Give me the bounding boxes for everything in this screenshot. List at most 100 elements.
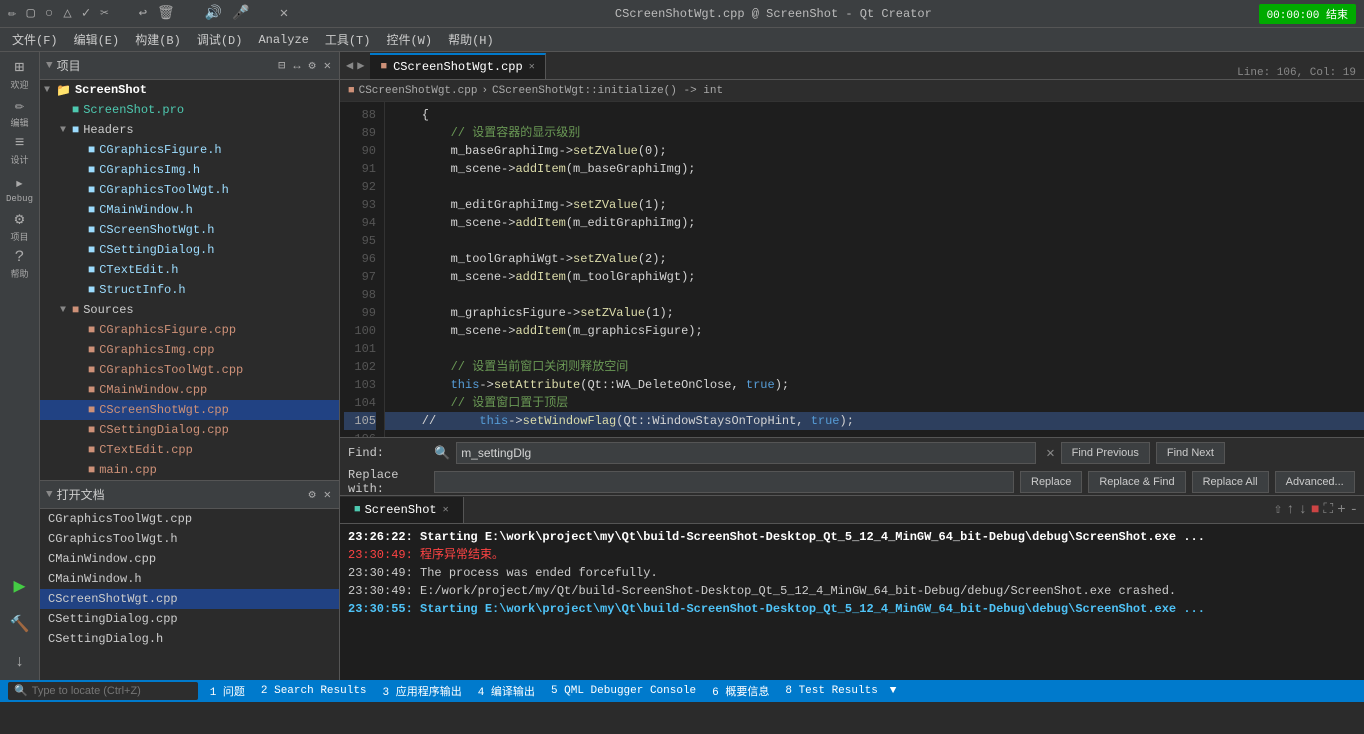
sidebar-item-project[interactable]: ⚙ 项目 [2, 208, 38, 244]
sidebar-item-welcome[interactable]: ⊞ 欢迎 [2, 56, 38, 92]
tree-item-main-cpp[interactable]: ■ main.cpp [40, 460, 339, 480]
menu-item-t[interactable]: 工具(T) [317, 29, 379, 50]
tree-item-cgraphicstoolwgt-h[interactable]: ■ CGraphicsToolWgt.h [40, 180, 339, 200]
doc-item-1[interactable]: CGraphicsToolWgt.cpp [40, 509, 339, 529]
log-line-4: 23:30:49: E:/work/project/my/Qt/build-Sc… [348, 582, 1356, 600]
replace-input[interactable] [434, 471, 1014, 493]
status-summary[interactable]: 6 概要信息 [708, 683, 773, 699]
menu-item-w[interactable]: 控件(W) [378, 29, 440, 50]
menu-item-h[interactable]: 帮助(H) [440, 29, 502, 50]
app-output-icon3[interactable]: ↓ [1299, 502, 1307, 518]
status-qml[interactable]: 5 QML Debugger Console [547, 685, 700, 697]
tree-item-csettingdialog-h[interactable]: ■ CSettingDialog.h [40, 240, 339, 260]
project-close-btn[interactable]: ✕ [322, 58, 333, 73]
editor-nav-next[interactable]: ▶ [357, 58, 364, 73]
doc-item-7[interactable]: CSettingDialog.h [40, 629, 339, 649]
tree-item-sources[interactable]: ▼ ■ Sources [40, 300, 339, 320]
bottom-tab-screenshot[interactable]: ■ ScreenShot ✕ [340, 497, 464, 523]
find-clear-btn[interactable]: ✕ [1046, 445, 1054, 462]
header-file-icon-6: ■ [88, 243, 95, 257]
trash-icon[interactable]: 🗑 [157, 5, 175, 22]
run-timer[interactable]: 00:00:00 结束 [1259, 4, 1356, 24]
sidebar-item-build[interactable]: 🔨 [2, 606, 38, 642]
scissors-icon[interactable]: ✂ [100, 5, 108, 22]
close-icon[interactable]: ✕ [280, 5, 288, 22]
tab-close-btn[interactable]: ✕ [529, 61, 535, 73]
replace-all-btn[interactable]: Replace All [1192, 471, 1269, 493]
tree-item-cmainwindow-h[interactable]: ■ CMainWindow.h [40, 200, 339, 220]
tree-item-pro[interactable]: ■ ScreenShot.pro [40, 100, 339, 120]
menu-item-f[interactable]: 文件(F) [4, 29, 66, 50]
tree-item-structinfo-h[interactable]: ■ StructInfo.h [40, 280, 339, 300]
replace-find-btn[interactable]: Replace & Find [1088, 471, 1185, 493]
sidebar-item-help[interactable]: ? 帮助 [2, 246, 38, 282]
menu-item-d[interactable]: 调试(D) [189, 29, 251, 50]
status-search[interactable]: 2 Search Results [257, 685, 371, 697]
mic-icon[interactable]: 🎤 [232, 5, 249, 22]
code-editor[interactable]: { // 设置容器的显示级别 m_baseGraphiImg->setZValu… [385, 102, 1364, 437]
status-arrow[interactable]: ▼ [890, 685, 897, 697]
check-icon[interactable]: ✓ [82, 5, 90, 22]
project-sync-btn[interactable]: ↔ [291, 59, 302, 73]
replace-btn[interactable]: Replace [1020, 471, 1082, 493]
tree-sources-label: Sources [83, 303, 133, 317]
triangle-icon[interactable]: △ [63, 5, 71, 22]
locate-input[interactable] [32, 685, 192, 697]
doc-item-4[interactable]: CMainWindow.h [40, 569, 339, 589]
status-appoutput[interactable]: 3 应用程序输出 [379, 683, 466, 699]
tree-item-csettingdialog-cpp[interactable]: ■ CSettingDialog.cpp [40, 420, 339, 440]
status-problems[interactable]: 1 问题 [206, 683, 249, 699]
app-output-minus[interactable]: - [1350, 502, 1358, 518]
project-filter-btn[interactable]: ⊟ [276, 58, 287, 73]
advanced-btn[interactable]: Advanced... [1275, 471, 1355, 493]
app-output-icon1[interactable]: ⇧ [1274, 501, 1282, 518]
tree-item-headers[interactable]: ▼ ■ Headers [40, 120, 339, 140]
doc-item-2[interactable]: CGraphicsToolWgt.h [40, 529, 339, 549]
editor-tab-cscreenshotwgt[interactable]: ■ CScreenShotWgt.cpp ✕ [370, 53, 545, 79]
app-output-clear[interactable]: ⛶ [1323, 502, 1333, 518]
sidebar-item-bottom[interactable]: ↓ [2, 644, 38, 680]
tree-item-cscreenshotwgt-h[interactable]: ■ CScreenShotWgt.h [40, 220, 339, 240]
bottom-tab-close[interactable]: ✕ [443, 504, 449, 516]
tree-item-cscreenshotwgt-cpp[interactable]: ■ CScreenShotWgt.cpp [40, 400, 339, 420]
tree-item-cgraphicstoolwgt-cpp[interactable]: ■ CGraphicsToolWgt.cpp [40, 360, 339, 380]
pencil-icon[interactable]: ✏ [8, 5, 16, 22]
app-output-stop[interactable]: ■ [1311, 502, 1319, 518]
sidebar-item-edit[interactable]: ✏ 编辑 [2, 94, 38, 130]
sidebar-item-design[interactable]: ≡ 设计 [2, 132, 38, 168]
open-docs-list: CGraphicsToolWgt.cpp CGraphicsToolWgt.h … [40, 509, 339, 680]
tree-item-cmainwindow-cpp[interactable]: ■ CMainWindow.cpp [40, 380, 339, 400]
sources-folder-icon: ■ [72, 303, 79, 317]
tree-item-cgraphicsfigure-cpp[interactable]: ■ CGraphicsFigure.cpp [40, 320, 339, 340]
sidebar-item-run[interactable]: ▶ [2, 568, 38, 604]
find-label: Find: [348, 446, 428, 460]
app-output-plus[interactable]: + [1337, 502, 1345, 518]
menu-item-analyze[interactable]: Analyze [250, 31, 316, 49]
editor-nav-prev[interactable]: ◀ [346, 58, 353, 73]
doc-item-6[interactable]: CSettingDialog.cpp [40, 609, 339, 629]
status-test[interactable]: 8 Test Results [781, 685, 881, 697]
app-output-icon2[interactable]: ↑ [1286, 502, 1294, 518]
volume-icon[interactable]: 🔊 [205, 5, 222, 22]
menu-item-b[interactable]: 构建(B) [127, 29, 189, 50]
tree-item-ctextedit-h[interactable]: ■ CTextEdit.h [40, 260, 339, 280]
tree-item-root[interactable]: ▼ 📁 ScreenShot [40, 80, 339, 100]
tree-item-ctextedit-cpp[interactable]: ■ CTextEdit.cpp [40, 440, 339, 460]
find-previous-btn[interactable]: Find Previous [1061, 442, 1150, 464]
undo-icon[interactable]: ↩ [139, 5, 147, 22]
tree-item-cgraphicsimg-cpp[interactable]: ■ CGraphicsImg.cpp [40, 340, 339, 360]
tree-item-cgraphicsfigure-h[interactable]: ■ CGraphicsFigure.h [40, 140, 339, 160]
sidebar-item-debug[interactable]: ▸ Debug [2, 170, 38, 206]
doc-item-3[interactable]: CMainWindow.cpp [40, 549, 339, 569]
menu-item-e[interactable]: 编辑(E) [66, 29, 128, 50]
find-next-btn[interactable]: Find Next [1156, 442, 1225, 464]
open-docs-close-btn[interactable]: ✕ [322, 487, 333, 502]
circle-icon[interactable]: ○ [45, 6, 53, 22]
square-icon[interactable]: ▢ [26, 5, 34, 22]
doc-item-5[interactable]: CScreenShotWgt.cpp [40, 589, 339, 609]
open-docs-settings-btn[interactable]: ⚙ [307, 487, 318, 502]
project-settings-btn[interactable]: ⚙ [307, 58, 318, 73]
tree-item-cgraphicsimg-h[interactable]: ■ CGraphicsImg.h [40, 160, 339, 180]
find-input[interactable] [456, 442, 1036, 464]
status-compile[interactable]: 4 编译输出 [474, 683, 539, 699]
